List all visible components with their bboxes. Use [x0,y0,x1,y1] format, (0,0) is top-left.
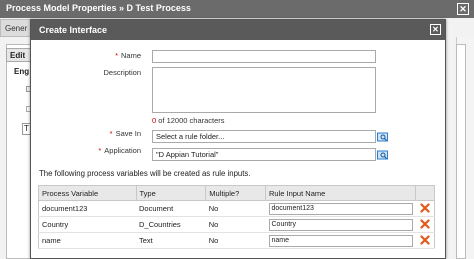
character-counter: 0 of 12000 characters [152,116,225,125]
column-header-multiple: Multiple? [205,185,266,201]
cell-rule-input-name: name [265,232,416,249]
window-titlebar: Process Model Properties » D Test Proces… [0,0,474,18]
delete-icon[interactable] [420,218,430,229]
cell-multiple: No [205,232,266,249]
cell-type: D_Countries [136,216,206,233]
required-marker: * [109,129,113,138]
window-title: Process Model Properties » D Test Proces… [6,3,191,13]
description-label: Description [103,68,141,77]
dialog-titlebar: Create Interface ✕ [31,20,445,40]
cell-delete [415,200,435,217]
column-header-rule-input-name: Rule Input Name [265,185,416,201]
rule-input-name-field[interactable]: document123 [268,202,413,215]
column-header-process-variable: Process Variable [38,185,137,201]
cell-rule-input-name: Country [265,216,416,233]
right-panel [456,44,466,259]
cell-type: Text [136,232,206,249]
cell-multiple: No [205,216,266,233]
required-marker: * [115,51,118,60]
table-row: name Text No name [38,232,435,249]
dialog-title: Create Interface [39,25,108,35]
rule-input-name-field[interactable]: name [268,234,413,247]
application-input[interactable]: "D Appian Tutorial" [152,148,376,161]
eng-label: Eng [14,67,30,76]
column-header-actions [415,185,435,201]
folder-lookup-icon[interactable] [377,132,388,142]
save-in-label: * Save In [109,129,141,138]
cell-type: Document [136,200,206,217]
dialog-close-icon[interactable]: ✕ [430,24,441,35]
create-interface-dialog: Create Interface ✕ * Name Description 0 o… [30,19,446,259]
rule-input-name-field[interactable]: Country [268,218,413,231]
delete-icon[interactable] [420,202,430,213]
cell-process-variable: document123 [38,200,136,217]
cell-process-variable: Country [38,216,136,233]
delete-icon[interactable] [420,234,430,245]
required-marker: * [98,146,102,155]
description-textarea[interactable] [152,67,376,113]
cell-delete [415,216,435,233]
rule-inputs-info: The following process variables will be … [39,169,251,178]
process-variables-table: Process Variable Type Multiple? Rule Inp… [38,185,435,249]
table-header-row: Process Variable Type Multiple? Rule Inp… [38,185,435,201]
save-in-input[interactable]: Select a rule folder... [152,130,376,143]
cell-delete [415,232,435,249]
cell-multiple: No [205,200,266,217]
column-header-type: Type [135,185,207,201]
table-row: document123 Document No document123 [38,200,435,217]
name-label: * Name [115,51,141,60]
cell-rule-input-name: document123 [265,200,416,217]
table-row: Country D_Countries No Country [38,216,435,233]
application-lookup-icon[interactable] [377,150,388,160]
window-close-icon[interactable]: ✕ [457,3,469,15]
name-input[interactable] [152,50,376,63]
application-label: * Application [98,146,141,155]
cell-process-variable: name [38,232,136,249]
